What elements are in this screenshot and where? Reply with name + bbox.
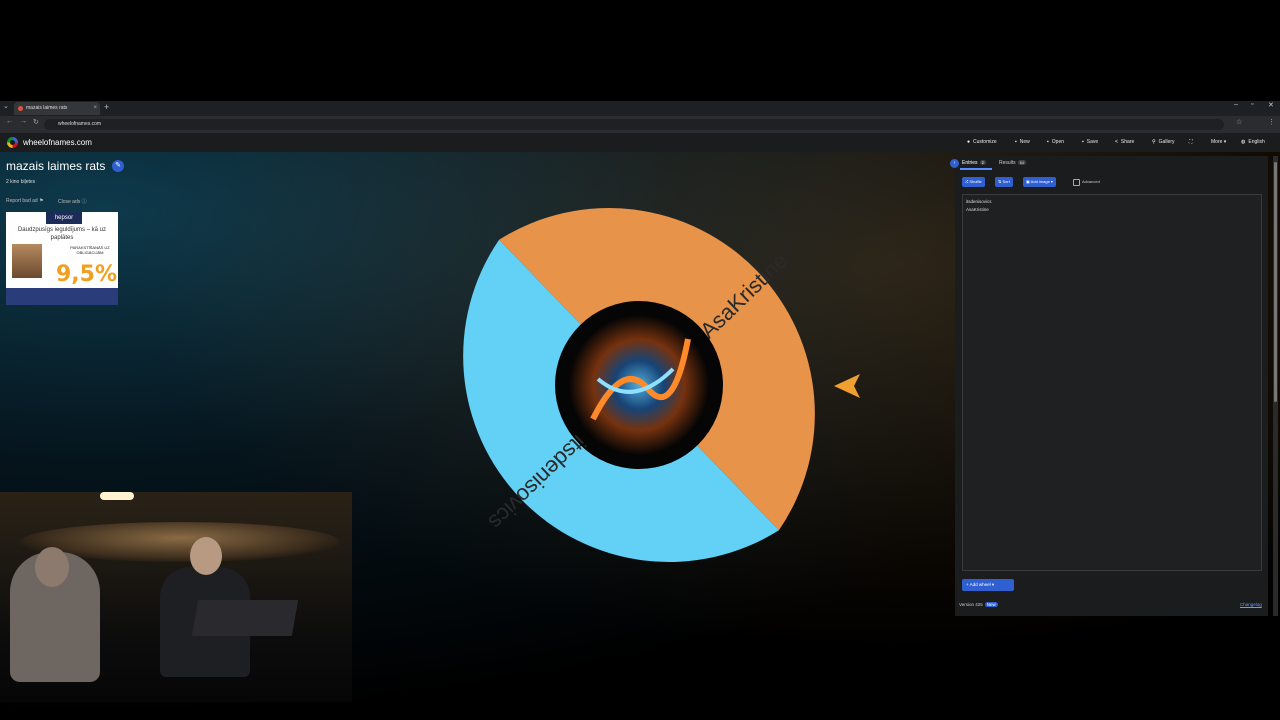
ceiling-light	[100, 492, 134, 500]
info-icon: ⓘ	[81, 199, 87, 205]
sort-label: Sort	[1002, 179, 1010, 184]
entries-count-badge: 2	[979, 160, 986, 165]
file-icon: ▪	[1015, 139, 1017, 145]
reload-icon[interactable]: ↻	[33, 118, 39, 126]
wheel-title: mazais laimes rats	[6, 159, 106, 173]
customize-button[interactable]: ● Customize	[967, 139, 997, 145]
shuffle-label: Shuffle	[969, 179, 982, 184]
tab-close-icon[interactable]: ×	[93, 102, 97, 115]
folder-icon: ▪	[1047, 139, 1049, 145]
header-button-label: Gallery	[1158, 139, 1175, 145]
tab-list-button[interactable]: ⌄	[3, 102, 9, 110]
laptop	[191, 600, 299, 636]
english-button[interactable]: ◍ English	[1241, 139, 1265, 145]
ad-percent: 9,5%	[56, 262, 118, 287]
version-label: Version 425	[959, 602, 983, 607]
sort-button[interactable]: ⇅ Sort	[995, 177, 1013, 187]
ad-cta: PARAKSTĪŠANĀS UZ OBLIGĀCIJĀM	[70, 245, 110, 255]
ad-brand: hepsor	[46, 212, 82, 224]
results-count-badge: 64	[1017, 160, 1027, 165]
back-icon[interactable]: ←	[6, 118, 13, 125]
site-name[interactable]: wheelofnames.com	[23, 138, 92, 147]
close-ads-link[interactable]: Close ads ⓘ	[58, 198, 87, 205]
share-button[interactable]: < Share	[1115, 139, 1134, 145]
entries-textarea[interactable]	[962, 194, 1262, 571]
collapse-panel-icon[interactable]: ›	[950, 159, 959, 168]
tab-entries[interactable]: Entries 2	[962, 160, 986, 166]
save-button[interactable]: ▪ Save	[1082, 139, 1098, 145]
forward-icon[interactable]: →	[20, 118, 27, 125]
browser-menu-icon[interactable]: ⋮	[1268, 118, 1275, 126]
spin-wheel[interactable]: AsaKristine itsdenisovics	[433, 179, 845, 591]
bookmark-star-icon[interactable]: ☆	[1236, 118, 1242, 126]
save-icon: ▪	[1082, 139, 1084, 145]
version-info: Version 425 New	[959, 602, 998, 607]
add-wheel-button[interactable]: + Add wheel ▾	[962, 579, 1014, 591]
maximize-button[interactable]: ▫	[1251, 101, 1253, 108]
report-ad-label: Report bad ad	[6, 198, 38, 204]
person-right-head	[190, 537, 222, 575]
advanced-label: Advanced	[1082, 179, 1100, 184]
header-button-label: Customize	[973, 139, 997, 145]
tab-results-label: Results	[999, 160, 1016, 166]
search-icon: ⚲	[1152, 139, 1156, 145]
share-icon: <	[1115, 139, 1118, 145]
webcam-overlay	[0, 492, 352, 702]
ad-banner[interactable]: hepsor Daudzpusīgs ieguldījums – kā uz p…	[6, 212, 118, 305]
header-button-label: New	[1019, 139, 1030, 145]
wheel-description: 2 kino biļetes	[6, 179, 36, 185]
globe-icon: ◍	[1241, 139, 1246, 145]
tab-entries-label: Entries	[962, 160, 978, 166]
palette-icon: ●	[967, 139, 971, 145]
add-wheel-label: Add wheel ▾	[969, 582, 995, 587]
browser-tab[interactable]: mazais laimes rats ×	[14, 102, 100, 115]
entry-line[interactable]: AsaKristine	[966, 207, 989, 212]
new-tab-button[interactable]: +	[104, 102, 109, 112]
changelog-link[interactable]: Changelog	[1240, 602, 1262, 607]
entry-line[interactable]: itsdenisovics	[966, 199, 992, 204]
header-button-label: English	[1248, 139, 1265, 145]
wheel-pointer-icon	[832, 370, 864, 407]
more-button[interactable]: More ▾	[1208, 139, 1226, 145]
window-close-button[interactable]: ✕	[1268, 101, 1274, 109]
active-tab-indicator	[960, 168, 992, 170]
fullscreen-icon: ⛶	[1189, 139, 1193, 145]
close-ads-label: Close ads	[58, 199, 81, 205]
header-button-label: More ▾	[1211, 139, 1227, 145]
person-left-head	[35, 547, 69, 587]
ad-footer-strip	[6, 288, 118, 305]
fullscreen-button[interactable]: ⛶	[1189, 139, 1196, 145]
wheel-logo-icon[interactable]	[7, 137, 18, 148]
tab-results[interactable]: Results 64	[999, 160, 1027, 166]
advanced-checkbox[interactable]	[1073, 179, 1080, 186]
browser-tab-strip	[0, 101, 1280, 116]
report-ad-link[interactable]: Report bad ad ⚑	[6, 198, 44, 204]
ad-headline: Daudzpusīgs ieguldījums – kā uz paplātes	[17, 227, 107, 241]
open-button[interactable]: ▪ Open	[1047, 139, 1064, 145]
ad-building-image	[12, 244, 42, 278]
add-image-label: Add image ▾	[1030, 179, 1053, 184]
flag-icon: ⚑	[39, 198, 44, 204]
header-button-label: Open	[1051, 139, 1065, 145]
new-button[interactable]: ▪ New	[1015, 139, 1030, 145]
shuffle-button[interactable]: ⤮ Shuffle	[962, 177, 985, 187]
favicon-icon	[18, 106, 23, 111]
add-image-button[interactable]: ▣ Add image ▾	[1023, 177, 1056, 187]
scrollbar-thumb[interactable]	[1274, 162, 1277, 402]
minimize-button[interactable]: –	[1234, 101, 1238, 108]
tab-title: mazais laimes rats	[26, 105, 68, 111]
header-button-label: Save	[1086, 139, 1099, 145]
gallery-button[interactable]: ⚲ Gallery	[1152, 139, 1175, 145]
edit-pencil-icon[interactable]: ✎	[112, 160, 124, 172]
header-button-label: Share	[1120, 139, 1135, 145]
center-flame-graphic	[569, 315, 709, 455]
new-badge: New	[984, 602, 998, 607]
url-field[interactable]: wheelofnames.com	[44, 119, 1224, 130]
